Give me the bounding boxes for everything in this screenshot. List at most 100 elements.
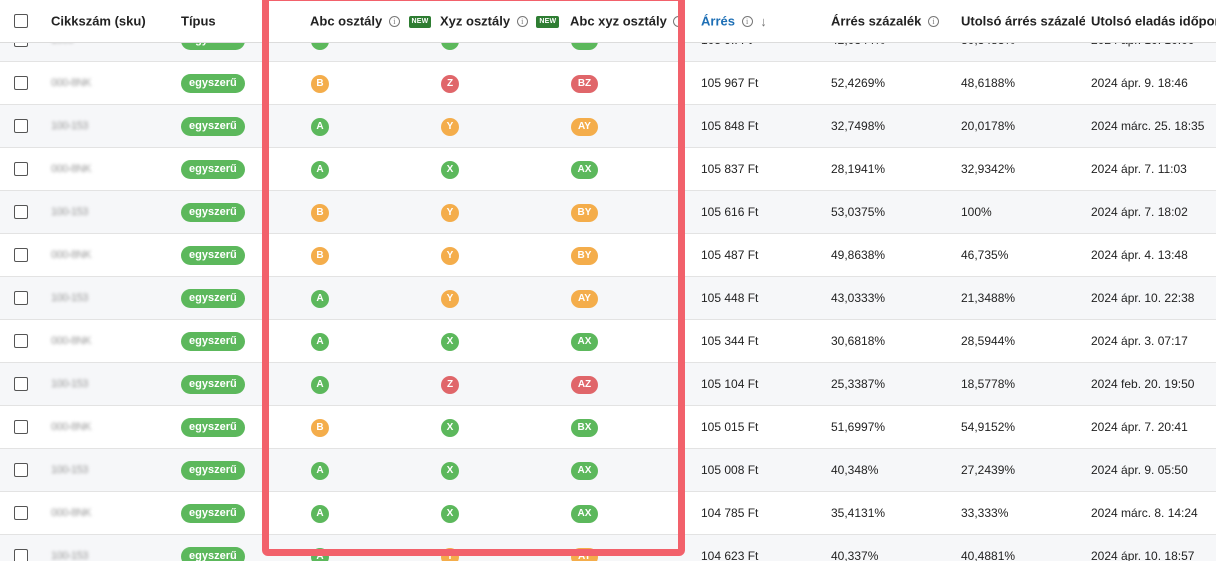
last-sale-value: 2024 ápr. 7. 20:41 <box>1091 420 1188 434</box>
margin-value: 105 015 Ft <box>701 420 759 434</box>
sku-value[interactable]: 100-153 <box>51 205 111 219</box>
row-checkbox[interactable] <box>14 377 28 391</box>
type-badge: egyszerű <box>181 289 245 308</box>
column-header-margin-percent[interactable]: Árrés százalék i <box>831 0 951 42</box>
margin-value: 105 616 Ft <box>701 205 759 219</box>
xyz-class-badge: Y <box>441 548 459 561</box>
sku-value[interactable]: 000-8NK <box>51 162 111 176</box>
table-row[interactable]: 100-153 egyszerű A Y AY 105 448 Ft 43,0333% 21,… <box>0 277 1216 320</box>
last-sale-value: 2024 ápr. 3. 07:17 <box>1091 334 1188 348</box>
xyz-class-badge: Y <box>441 204 459 222</box>
table-row[interactable]: 100-153 egyszerű B Y BY 105 616 Ft 53,0375% 100… <box>0 191 1216 234</box>
abc-class-badge: A <box>311 548 329 561</box>
last-sale-value: 2024 ápr. 10. 22:38 <box>1091 291 1195 305</box>
xyz-class-badge: Y <box>441 118 459 136</box>
row-checkbox[interactable] <box>14 420 28 434</box>
row-checkbox[interactable] <box>14 76 28 90</box>
last-sale-value: 2024 ápr. 7. 11:03 <box>1091 162 1187 176</box>
row-checkbox[interactable] <box>14 334 28 348</box>
column-header-margin-label: Árrés <box>701 13 735 29</box>
row-checkbox[interactable] <box>14 549 28 561</box>
type-badge: egyszerű <box>181 461 245 480</box>
column-header-margin[interactable]: Árrés i ↓ <box>701 0 821 42</box>
margin-percent-value: 49,8638% <box>831 248 886 262</box>
sort-descending-icon[interactable]: ↓ <box>760 1 767 42</box>
margin-value: 105 837 Ft <box>701 162 759 176</box>
sku-value[interactable]: 000-8NK <box>51 248 111 262</box>
column-header-type-label: Típus <box>181 13 216 29</box>
column-header-abc[interactable]: Abc osztály i NEW <box>310 0 435 42</box>
table-row[interactable]: 000-8NK egyszerű B Y BY 105 487 Ft 49,8638% 46,… <box>0 234 1216 277</box>
margin-value: 105 9.. Ft <box>701 42 752 62</box>
table-row[interactable]: 100-153 egyszerű A X AX 105 008 Ft 40,348% 27,2… <box>0 449 1216 492</box>
table-row[interactable]: 000-8NK egyszerű A X AX 105 837 Ft 28,1941% 32,… <box>0 148 1216 191</box>
abc-xyz-class-badge: AY <box>571 548 598 561</box>
info-icon[interactable]: i <box>927 16 939 28</box>
type-badge: egyszerű <box>181 160 245 179</box>
last-margin-percent-value: 28,5944% <box>961 334 1016 348</box>
table-row[interactable]: 000-8NK egyszerű B Z BZ 105 967 Ft 52,4269% 48,… <box>0 62 1216 105</box>
sku-value[interactable]: 100-153 <box>51 377 111 391</box>
sku-value[interactable]: 000-8NK <box>51 506 111 520</box>
last-sale-value: 2024 ápr. 7. 18:02 <box>1091 205 1188 219</box>
row-checkbox[interactable] <box>14 248 28 262</box>
table-row[interactable]: 100-153 egyszerű A Z AZ 105 104 Ft 25,3387% 18,… <box>0 363 1216 406</box>
column-header-xyz[interactable]: Xyz osztály i NEW <box>440 0 565 42</box>
info-icon[interactable]: i <box>388 16 400 28</box>
sku-value[interactable]: 000-8NK <box>51 334 111 348</box>
margin-percent-value: 32,7498% <box>831 119 886 133</box>
select-all-checkbox[interactable] <box>14 14 28 28</box>
table-row[interactable]: 000-8NK egyszerű A X AX 105 344 Ft 30,6818% 28,… <box>0 320 1216 363</box>
sku-value[interactable]: 000-8NK <box>51 420 111 434</box>
margin-percent-value: 25,3387% <box>831 377 886 391</box>
table-row[interactable]: 1000egyszerűAXAX105 9.. Ft42,0344%30,348… <box>0 42 1216 62</box>
row-checkbox[interactable] <box>14 506 28 520</box>
sku-value[interactable]: 100-153 <box>51 119 111 133</box>
type-badge: egyszerű <box>181 246 245 265</box>
table-row[interactable]: 000-8NK egyszerű B X BX 105 015 Ft 51,6997% 54,… <box>0 406 1216 449</box>
new-badge: NEW <box>408 15 432 28</box>
margin-percent-value: 51,6997% <box>831 420 886 434</box>
last-sale-value: 2024 ápr. 10. 18:57 <box>1091 549 1195 561</box>
type-badge: egyszerű <box>181 332 245 351</box>
sku-value[interactable]: 000-8NK <box>51 76 111 90</box>
type-badge: egyszerű <box>181 203 245 222</box>
row-checkbox[interactable] <box>14 463 28 477</box>
last-margin-percent-value: 33,333% <box>961 506 1009 520</box>
margin-percent-value: 35,4131% <box>831 506 886 520</box>
xyz-class-badge: X <box>441 333 459 351</box>
last-margin-percent-value: 30,3483% <box>961 42 1015 62</box>
column-header-sku-label: Cikkszám (sku) <box>51 13 146 29</box>
sku-value[interactable]: 100-153 <box>51 549 111 561</box>
table-row[interactable]: 100-153 egyszerű A Y AY 105 848 Ft 32,7498% 20,… <box>0 105 1216 148</box>
type-badge: egyszerű <box>181 375 245 394</box>
abc-class-badge: B <box>311 247 329 265</box>
abc-xyz-class-badge: AY <box>571 118 598 136</box>
last-margin-percent-value: 32,9342% <box>961 162 1016 176</box>
column-header-last-sale[interactable]: Utolsó eladás időpont <box>1091 0 1216 42</box>
abc-xyz-class-badge: AY <box>571 290 598 308</box>
column-header-abc-label: Abc osztály <box>310 13 383 29</box>
row-checkbox[interactable] <box>14 162 28 176</box>
info-icon[interactable]: i <box>516 16 528 28</box>
xyz-class-badge: Y <box>441 290 459 308</box>
column-header-abc-xyz[interactable]: Abc xyz osztály i NEW <box>570 0 688 42</box>
column-header-sku[interactable]: Cikkszám (sku) <box>51 0 176 42</box>
info-icon[interactable]: i <box>673 16 685 28</box>
row-checkbox[interactable] <box>14 119 28 133</box>
xyz-class-badge: X <box>441 462 459 480</box>
sku-value[interactable]: 100-153 <box>51 291 111 305</box>
row-checkbox[interactable] <box>14 205 28 219</box>
row-checkbox[interactable] <box>14 291 28 305</box>
last-sale-value: 2024 ápr. 10. 10:00 <box>1091 42 1194 62</box>
table-row[interactable]: 000-8NK egyszerű A X AX 104 785 Ft 35,4131% 33,… <box>0 492 1216 535</box>
xyz-class-badge: X <box>441 505 459 523</box>
table-row[interactable]: 100-153 egyszerű A Y AY 104 623 Ft 40,337% 40,4… <box>0 535 1216 561</box>
sku-value[interactable]: 100-153 <box>51 463 111 477</box>
column-header-last-margin-percent[interactable]: Utolsó árrés százalék <box>961 0 1085 42</box>
abc-class-badge: A <box>311 290 329 308</box>
last-margin-percent-value: 21,3488% <box>961 291 1016 305</box>
column-header-type[interactable]: Típus <box>181 0 261 42</box>
abc-class-badge: A <box>311 118 329 136</box>
info-icon[interactable]: i <box>741 16 753 28</box>
